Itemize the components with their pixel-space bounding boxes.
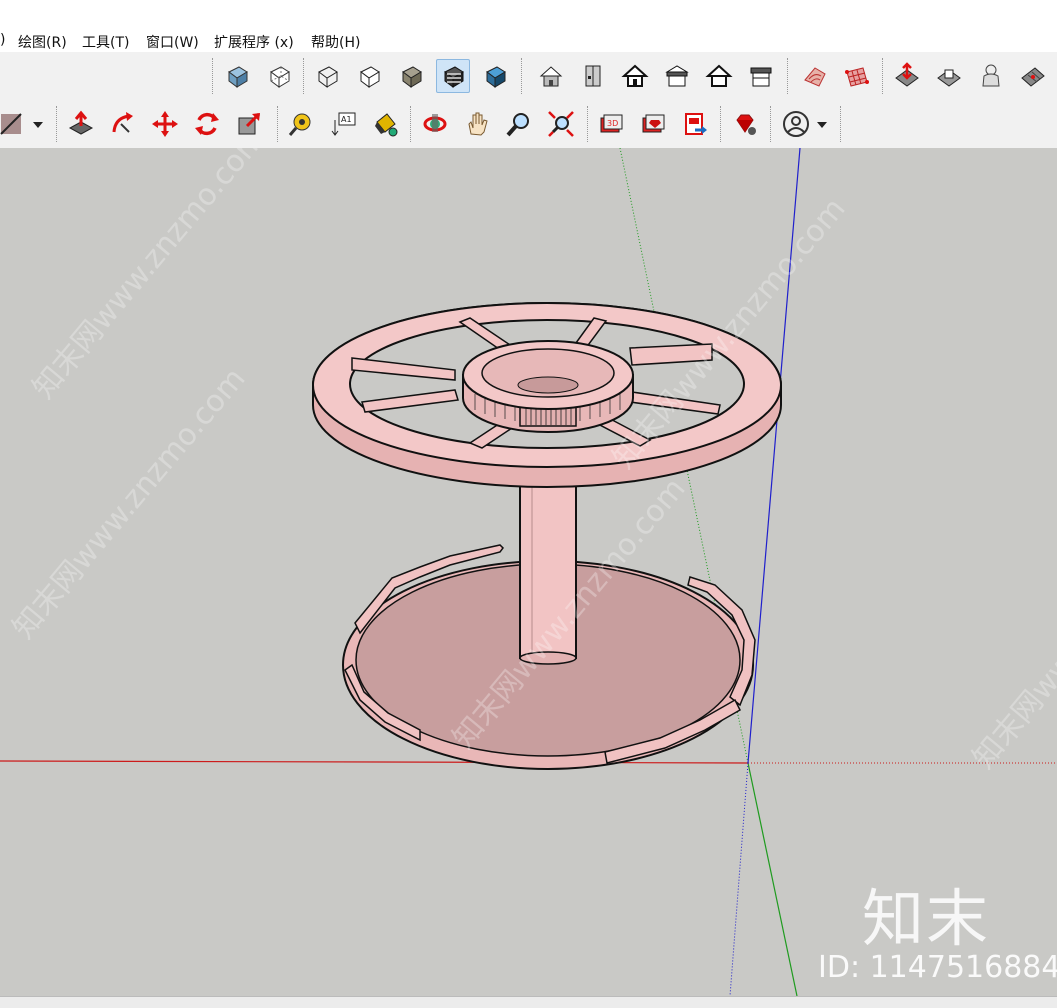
toolbar-row-2: A1 3D bbox=[0, 100, 1057, 149]
toolbar-separator bbox=[303, 58, 304, 94]
blue-axis-negative bbox=[729, 762, 749, 996]
menu-window[interactable]: 窗口(W) bbox=[146, 32, 199, 52]
line-icon[interactable] bbox=[0, 107, 28, 141]
back-edges-icon[interactable] bbox=[262, 59, 296, 93]
text-icon[interactable]: A1 bbox=[326, 107, 360, 141]
orbit-icon[interactable] bbox=[418, 107, 452, 141]
xray-icon[interactable] bbox=[220, 59, 254, 93]
menu-draw[interactable]: 绘图(R) bbox=[18, 32, 67, 52]
shaded-with-textures-icon[interactable] bbox=[436, 59, 470, 93]
toolbar-separator bbox=[410, 106, 411, 142]
push-pull-icon[interactable] bbox=[64, 107, 98, 141]
iso-view-icon[interactable] bbox=[534, 59, 568, 93]
drawing-viewport[interactable]: 知末网www.znzmo.com 知末网www.znzmo.com 知末网www… bbox=[0, 148, 1057, 996]
scale-icon[interactable] bbox=[232, 107, 266, 141]
hidden-line-icon[interactable] bbox=[352, 59, 386, 93]
add-detail-icon[interactable] bbox=[1016, 59, 1050, 93]
green-axis bbox=[747, 762, 798, 996]
pan-icon[interactable] bbox=[460, 107, 494, 141]
watermark-logo: 知末 bbox=[862, 882, 991, 955]
zoom-icon[interactable] bbox=[502, 107, 536, 141]
shaded-icon[interactable] bbox=[394, 59, 428, 93]
account-icon[interactable] bbox=[779, 107, 813, 141]
monochrome-icon[interactable] bbox=[478, 59, 512, 93]
sandbox-from-contours-icon[interactable] bbox=[798, 59, 832, 93]
toolbar-separator bbox=[787, 58, 788, 94]
toolbar-row-1 bbox=[0, 52, 1057, 101]
right-view-icon[interactable] bbox=[660, 59, 694, 93]
toolbar-separator bbox=[840, 106, 841, 142]
red-axis bbox=[0, 760, 749, 764]
paint-bucket-icon[interactable] bbox=[368, 107, 402, 141]
top-view-icon[interactable] bbox=[576, 59, 610, 93]
tape-measure-icon[interactable] bbox=[284, 107, 318, 141]
send-to-layout-icon[interactable] bbox=[678, 107, 712, 141]
menu-partial[interactable]: ) bbox=[0, 32, 5, 48]
rotate-icon[interactable] bbox=[190, 107, 224, 141]
toolbar-separator bbox=[56, 106, 57, 142]
move-icon[interactable] bbox=[148, 107, 182, 141]
title-strip bbox=[0, 0, 1057, 30]
extension-warehouse-icon[interactable] bbox=[636, 107, 670, 141]
menu-bar: ) 绘图(R) 工具(T) 窗口(W) 扩展程序 (x) 帮助(H) bbox=[0, 30, 1057, 52]
toolbar-separator bbox=[521, 58, 522, 94]
toolbar-separator bbox=[720, 106, 721, 142]
back-view-icon[interactable] bbox=[702, 59, 736, 93]
menu-tools[interactable]: 工具(T) bbox=[82, 32, 129, 52]
dropdown-arrow-icon[interactable] bbox=[28, 107, 48, 141]
toolbar-separator bbox=[770, 106, 771, 142]
front-view-icon[interactable] bbox=[618, 59, 652, 93]
toolbar-separator bbox=[882, 58, 883, 94]
toolbar-separator bbox=[212, 58, 213, 94]
toolbar-separator bbox=[587, 106, 588, 142]
smoove-icon[interactable] bbox=[890, 59, 924, 93]
left-view-icon[interactable] bbox=[744, 59, 778, 93]
menu-extensions[interactable]: 扩展程序 (x) bbox=[214, 32, 294, 52]
watermark-id: ID: 1147516884 bbox=[818, 950, 1057, 985]
sandbox-from-scratch-icon[interactable] bbox=[840, 59, 874, 93]
ruby-console-icon[interactable] bbox=[728, 107, 762, 141]
menu-help[interactable]: 帮助(H) bbox=[311, 32, 360, 52]
account-dropdown-icon[interactable] bbox=[812, 107, 832, 141]
svg-text:3D: 3D bbox=[607, 119, 618, 128]
drape-icon[interactable] bbox=[974, 59, 1008, 93]
3d-warehouse-icon[interactable]: 3D bbox=[594, 107, 628, 141]
status-bar bbox=[0, 996, 1057, 1008]
toolbar-separator bbox=[277, 106, 278, 142]
wireframe-icon[interactable] bbox=[310, 59, 344, 93]
follow-me-icon[interactable] bbox=[106, 107, 140, 141]
text-tool-label: A1 bbox=[341, 115, 352, 124]
stamp-icon[interactable] bbox=[932, 59, 966, 93]
zoom-extents-icon[interactable] bbox=[544, 107, 578, 141]
